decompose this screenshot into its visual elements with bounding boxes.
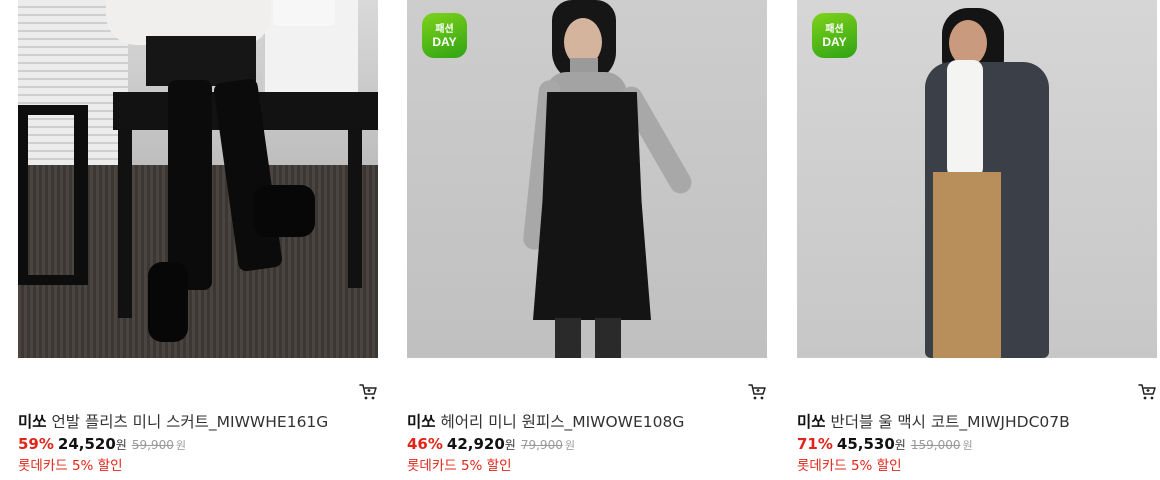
product-image[interactable]: 패션 DAY — [797, 0, 1157, 358]
original-price-unit: 원 — [564, 439, 575, 452]
product-card[interactable]: 패션 DAY 미쏘 반더블 울 맥시 코트_MIWJHDC07B 71% 45,53… — [797, 0, 1157, 480]
product-image[interactable]: 패션 DAY — [407, 0, 767, 358]
product-card[interactable]: 패션 DAY 미쏘 헤어리 미니 원피스_MIWOWE108G 46% 42,920… — [407, 0, 767, 480]
product-name: 반더블 울 맥시 코트_MIWJHDC07B — [830, 413, 1070, 431]
product-card[interactable]: 미쏘 언발 플리츠 미니 스커트_MIWWHE161G 59% 24,520원 59,… — [18, 0, 378, 480]
shopping-cart-icon[interactable] — [1138, 383, 1156, 401]
product-title[interactable]: 미쏘 언발 플리츠 미니 스커트_MIWWHE161G — [18, 410, 378, 432]
price-unit: 원 — [504, 438, 516, 452]
product-name: 헤어리 미니 원피스_MIWOWE108G — [440, 413, 685, 431]
original-price: 79,900 — [520, 438, 563, 452]
price-unit: 원 — [115, 438, 127, 452]
card-promo: 롯데카드 5% 할인 — [18, 458, 123, 474]
original-price: 159,000 — [910, 438, 961, 452]
product-title[interactable]: 미쏘 반더블 울 맥시 코트_MIWJHDC07B — [797, 410, 1157, 432]
discount-rate: 46% — [407, 435, 443, 453]
fashion-day-badge: 패션 DAY — [422, 13, 467, 58]
original-price-unit: 원 — [962, 439, 973, 452]
badge-line2: DAY — [432, 35, 457, 49]
shopping-cart-icon[interactable] — [359, 383, 377, 401]
card-promo: 롯데카드 5% 할인 — [407, 458, 512, 474]
price-row: 59% 24,520원 59,900 원 — [18, 435, 186, 455]
product-grid: 미쏘 언발 플리츠 미니 스커트_MIWWHE161G 59% 24,520원 59,… — [0, 0, 1160, 480]
sale-price: 24,520 — [57, 435, 116, 453]
sale-price: 42,920 — [446, 435, 505, 453]
original-price-unit: 원 — [175, 439, 186, 452]
product-brand: 미쏘 — [18, 413, 47, 431]
badge-line2: DAY — [822, 35, 847, 49]
price-unit: 원 — [894, 438, 906, 452]
price-row: 71% 45,530원 159,000 원 — [797, 435, 973, 455]
discount-rate: 59% — [18, 435, 54, 453]
product-brand: 미쏘 — [407, 413, 436, 431]
product-image[interactable] — [18, 0, 378, 358]
fashion-day-badge: 패션 DAY — [812, 13, 857, 58]
card-promo: 롯데카드 5% 할인 — [797, 458, 902, 474]
sale-price: 45,530 — [836, 435, 895, 453]
product-brand: 미쏘 — [797, 413, 826, 431]
product-title[interactable]: 미쏘 헤어리 미니 원피스_MIWOWE108G — [407, 410, 767, 432]
product-name: 언발 플리츠 미니 스커트_MIWWHE161G — [51, 413, 329, 431]
original-price: 59,900 — [131, 438, 174, 452]
shopping-cart-icon[interactable] — [748, 383, 766, 401]
discount-rate: 71% — [797, 435, 833, 453]
price-row: 46% 42,920원 79,900 원 — [407, 435, 575, 455]
